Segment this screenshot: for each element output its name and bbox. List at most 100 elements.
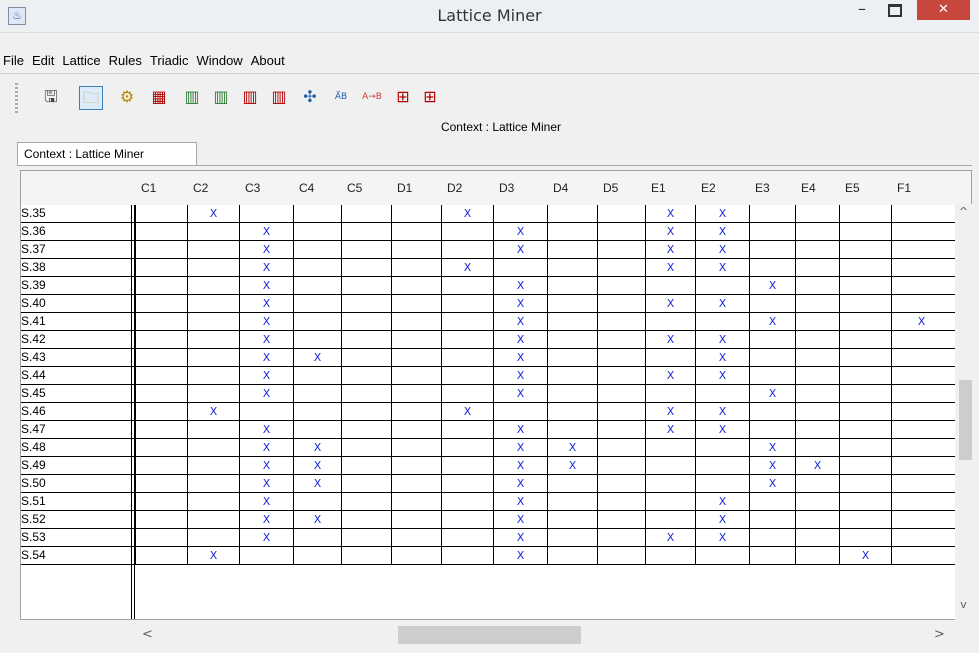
table-cell[interactable]: X xyxy=(239,259,293,276)
table-cell[interactable]: X xyxy=(239,349,293,366)
table-cell[interactable]: X xyxy=(293,439,341,456)
row-header[interactable]: S.53 xyxy=(21,529,131,546)
table-cell[interactable]: X xyxy=(187,403,239,420)
table-cell[interactable] xyxy=(749,223,795,240)
table-cell[interactable]: X xyxy=(239,277,293,294)
table-cell[interactable] xyxy=(795,493,839,510)
table-cell[interactable] xyxy=(749,259,795,276)
table-cell[interactable]: X xyxy=(493,493,547,510)
table-cell[interactable] xyxy=(547,547,597,564)
table-cell[interactable] xyxy=(645,511,695,528)
table-cell[interactable]: X xyxy=(493,511,547,528)
table-cell[interactable] xyxy=(135,223,187,240)
table-cell[interactable]: X xyxy=(493,349,547,366)
table-cell[interactable] xyxy=(187,511,239,528)
table-cell[interactable] xyxy=(341,223,391,240)
table-cell[interactable] xyxy=(547,475,597,492)
table-cell[interactable]: X xyxy=(749,313,795,330)
table-cell[interactable] xyxy=(597,241,645,258)
table-cell[interactable] xyxy=(341,295,391,312)
table-cell[interactable] xyxy=(341,493,391,510)
table-cell[interactable] xyxy=(341,241,391,258)
table-cell[interactable] xyxy=(187,331,239,348)
table-cell[interactable] xyxy=(749,403,795,420)
table-cell[interactable] xyxy=(293,241,341,258)
table-cell[interactable] xyxy=(795,529,839,546)
settings-gear-icon[interactable]: ⚙ xyxy=(115,86,139,110)
table-cell[interactable] xyxy=(839,295,891,312)
scroll-down-icon[interactable]: v xyxy=(955,598,972,612)
table-cell[interactable] xyxy=(441,547,493,564)
table-cell[interactable] xyxy=(135,421,187,438)
table-cell[interactable] xyxy=(391,331,441,348)
table-cell[interactable]: X xyxy=(695,493,749,510)
table-cell[interactable] xyxy=(441,385,493,402)
table-cell[interactable] xyxy=(441,493,493,510)
table-cell[interactable] xyxy=(341,529,391,546)
table-cell[interactable]: X xyxy=(749,439,795,456)
table-cell[interactable]: X xyxy=(239,313,293,330)
table-cell[interactable] xyxy=(839,313,891,330)
table-cell[interactable] xyxy=(795,223,839,240)
table-cell[interactable] xyxy=(187,457,239,474)
column-header-e4[interactable]: E4 xyxy=(795,171,839,205)
table-cell[interactable] xyxy=(749,331,795,348)
table-cell[interactable]: X xyxy=(239,475,293,492)
table-cell[interactable] xyxy=(441,295,493,312)
table-cell[interactable] xyxy=(135,547,187,564)
table-cell[interactable] xyxy=(839,205,891,222)
table-cell[interactable] xyxy=(795,295,839,312)
table-cell[interactable] xyxy=(749,511,795,528)
table-cell[interactable] xyxy=(547,403,597,420)
table-cell[interactable] xyxy=(795,349,839,366)
table-cell[interactable] xyxy=(441,511,493,528)
table-cell[interactable] xyxy=(391,385,441,402)
table-cell[interactable] xyxy=(597,349,645,366)
table-cell[interactable]: X xyxy=(493,295,547,312)
table-cell[interactable] xyxy=(891,421,951,438)
table-cell[interactable]: X xyxy=(493,277,547,294)
table-cell[interactable] xyxy=(187,223,239,240)
table-cell[interactable] xyxy=(135,367,187,384)
table-cell[interactable] xyxy=(239,205,293,222)
table-cell[interactable] xyxy=(695,385,749,402)
table-cell[interactable] xyxy=(547,331,597,348)
table-cell[interactable] xyxy=(135,457,187,474)
table-cell[interactable]: X xyxy=(695,421,749,438)
table-cell[interactable] xyxy=(645,547,695,564)
table-cell[interactable] xyxy=(187,439,239,456)
table-cell[interactable]: X xyxy=(493,439,547,456)
table-cell[interactable] xyxy=(749,421,795,438)
table-cell[interactable] xyxy=(135,439,187,456)
table-cell[interactable] xyxy=(695,457,749,474)
menu-about[interactable]: About xyxy=(247,50,289,72)
table-cell[interactable]: X xyxy=(645,403,695,420)
table-cell[interactable]: X xyxy=(695,205,749,222)
row-header[interactable]: S.36 xyxy=(21,223,131,240)
table-cell[interactable] xyxy=(441,367,493,384)
table-cell[interactable] xyxy=(645,277,695,294)
column-header-d1[interactable]: D1 xyxy=(391,171,441,205)
table-cell[interactable] xyxy=(597,331,645,348)
table-cell[interactable] xyxy=(891,511,951,528)
table-cell[interactable] xyxy=(645,439,695,456)
table-cell[interactable] xyxy=(749,547,795,564)
table-cell[interactable] xyxy=(341,547,391,564)
column-header-c3[interactable]: C3 xyxy=(239,171,293,205)
table-cell[interactable] xyxy=(135,259,187,276)
horizontal-scroll-thumb[interactable] xyxy=(398,626,581,644)
association-rules-icon[interactable]: A→B xyxy=(360,86,384,110)
table-cell[interactable]: X xyxy=(239,223,293,240)
table-cell[interactable] xyxy=(839,403,891,420)
scroll-up-icon[interactable]: ^ xyxy=(955,205,972,219)
table-cell[interactable]: X xyxy=(441,205,493,222)
table-cell[interactable] xyxy=(891,205,951,222)
row-header[interactable]: S.51 xyxy=(21,493,131,510)
table-cell[interactable] xyxy=(795,313,839,330)
table-cell[interactable] xyxy=(597,259,645,276)
table-cell[interactable]: X xyxy=(293,511,341,528)
table-cell[interactable] xyxy=(749,529,795,546)
table-cell[interactable] xyxy=(187,277,239,294)
table-cell[interactable] xyxy=(187,421,239,438)
table-cell[interactable] xyxy=(391,403,441,420)
